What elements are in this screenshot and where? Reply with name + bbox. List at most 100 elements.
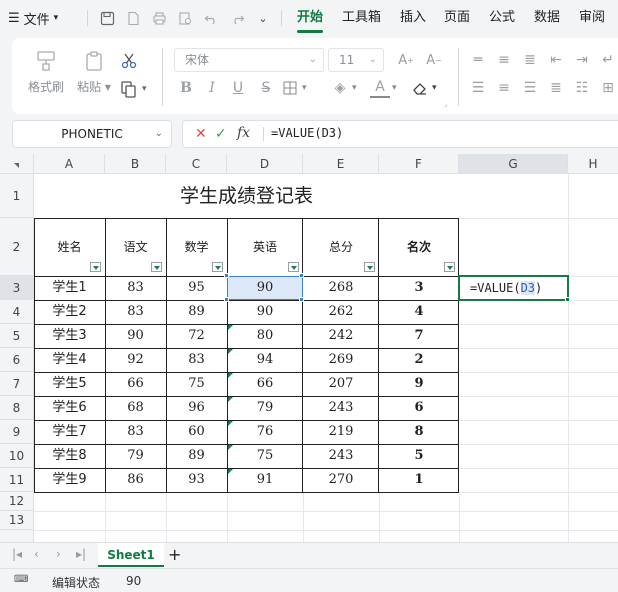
math-score-cell[interactable]: 83 (166, 348, 227, 372)
last-sheet-icon[interactable]: ▸| (76, 547, 86, 561)
name-box[interactable]: PHONETIC ⌄ (12, 120, 172, 148)
math-score-cell[interactable]: 89 (166, 300, 227, 324)
student-name-cell[interactable]: 学生9 (34, 468, 105, 492)
row-header-1[interactable]: 1 (0, 174, 34, 218)
student-name-cell[interactable]: 学生1 (34, 276, 105, 300)
select-all-corner[interactable] (0, 154, 34, 174)
spreadsheet-grid[interactable]: A B C D E F G H 1 2 3 4 5 6 7 8 9 10 11 … (0, 154, 618, 542)
filter-dropdown-icon[interactable] (444, 262, 455, 272)
eraser-icon[interactable] (410, 78, 430, 98)
merge-cells-icon[interactable]: ⊞ (598, 78, 618, 98)
add-sheet-button[interactable]: + (168, 545, 181, 564)
english-score-cell[interactable]: 94 (227, 348, 303, 372)
row-header-2[interactable]: 2 (0, 218, 34, 276)
math-score-cell[interactable]: 96 (166, 396, 227, 420)
total-score-cell[interactable]: 243 (303, 444, 379, 468)
formula-text[interactable]: =VALUE(D3) (271, 126, 343, 140)
italic-icon[interactable]: I (202, 78, 222, 98)
english-score-cell[interactable]: 90 (227, 300, 303, 324)
active-cell-g3[interactable]: =VALUE(D3) (458, 275, 570, 302)
math-score-cell[interactable]: 95 (166, 276, 227, 300)
rank-cell[interactable]: 8 (379, 420, 459, 444)
chevron-down-icon[interactable]: ▾ (352, 83, 357, 93)
chinese-score-cell[interactable]: 68 (105, 396, 166, 420)
strikethrough-icon[interactable]: S̶ (256, 78, 276, 98)
align-center-icon[interactable]: ≡ (494, 78, 514, 98)
chinese-score-cell[interactable]: 86 (105, 468, 166, 492)
student-name-cell[interactable]: 学生3 (34, 324, 105, 348)
fill-color-icon[interactable]: ◈ (330, 78, 350, 98)
student-name-cell[interactable]: 学生7 (34, 420, 105, 444)
increase-font-icon[interactable]: A + (396, 50, 416, 70)
tab-review[interactable]: 审阅 (579, 8, 605, 28)
tab-toolbox[interactable]: 工具箱 (342, 8, 381, 28)
column-header-h[interactable]: H (568, 154, 618, 174)
chinese-score-cell[interactable]: 90 (105, 324, 166, 348)
english-score-cell[interactable]: 80 (227, 324, 303, 348)
border-icon[interactable] (280, 78, 300, 98)
column-header-b[interactable]: B (105, 154, 166, 174)
english-score-cell[interactable]: 76 (227, 420, 303, 444)
column-header-a[interactable]: A (34, 154, 105, 174)
chinese-score-cell[interactable]: 92 (105, 348, 166, 372)
total-score-cell[interactable]: 219 (303, 420, 379, 444)
total-score-cell[interactable]: 268 (303, 276, 379, 300)
fill-handle[interactable] (565, 297, 570, 302)
english-score-cell[interactable]: 79 (227, 396, 303, 420)
format-painter-button[interactable]: 格式刷 (26, 48, 66, 95)
decrease-indent-icon[interactable]: ⇤ (546, 50, 566, 70)
copy-icon[interactable] (119, 79, 139, 99)
rank-cell[interactable]: 2 (379, 348, 459, 372)
student-name-cell[interactable]: 学生5 (34, 372, 105, 396)
english-score-cell[interactable]: 66 (227, 372, 303, 396)
column-header-f[interactable]: F (379, 154, 459, 174)
undo-icon[interactable] (202, 9, 220, 27)
paste-button[interactable]: 粘贴 ▾ (74, 48, 114, 95)
cut-icon[interactable] (119, 51, 139, 71)
macro-record-icon[interactable]: ⌨ (14, 574, 28, 585)
justify-icon[interactable]: ≣ (546, 78, 566, 98)
column-header-e[interactable]: E (303, 154, 379, 174)
filter-dropdown-icon[interactable] (364, 262, 375, 272)
filter-dropdown-icon[interactable] (212, 262, 223, 272)
total-score-cell[interactable]: 269 (303, 348, 379, 372)
column-header-g[interactable]: G (459, 154, 568, 174)
prev-sheet-icon[interactable]: ‹ (34, 547, 39, 561)
file-menu[interactable]: ☰ 文件 ▾ (8, 8, 58, 28)
font-name-select[interactable]: 宋体 ⌄ (174, 48, 324, 72)
total-score-cell[interactable]: 243 (303, 396, 379, 420)
filter-dropdown-icon[interactable] (90, 262, 101, 272)
total-score-cell[interactable]: 270 (303, 468, 379, 492)
align-middle-icon[interactable]: ≡ (494, 50, 514, 70)
save-icon[interactable] (98, 9, 116, 27)
font-size-select[interactable]: 11 ⌄ (328, 48, 384, 72)
formula-input-area[interactable]: ✕ ✓ fx =VALUE(D3) (182, 120, 618, 148)
column-header-c[interactable]: C (166, 154, 227, 174)
confirm-formula-icon[interactable]: ✓ (215, 126, 227, 142)
row-header-3[interactable]: 3 (0, 276, 34, 300)
row-header-10[interactable]: 10 (0, 444, 34, 468)
row-header-4[interactable]: 4 (0, 300, 34, 324)
student-name-cell[interactable]: 学生4 (34, 348, 105, 372)
total-score-cell[interactable]: 207 (303, 372, 379, 396)
align-left-icon[interactable]: ☰ (468, 78, 488, 98)
english-score-cell[interactable]: 90 (227, 276, 303, 300)
chevron-down-icon[interactable]: ▾ (432, 83, 437, 93)
bold-icon[interactable]: B (176, 78, 196, 98)
first-sheet-icon[interactable]: |◂ (12, 547, 22, 561)
row-header-11[interactable]: 11 (0, 468, 34, 492)
distributed-align-icon[interactable]: ☷ (572, 78, 592, 98)
math-score-cell[interactable]: 75 (166, 372, 227, 396)
font-color-icon[interactable]: A (370, 78, 390, 98)
increase-indent-icon[interactable]: ⇥ (572, 50, 592, 70)
rank-cell[interactable]: 5 (379, 444, 459, 468)
filter-dropdown-icon[interactable] (288, 262, 299, 272)
row-header-13[interactable]: 13 (0, 511, 34, 530)
tab-page[interactable]: 页面 (444, 8, 470, 28)
decrease-font-icon[interactable]: A − (424, 50, 444, 70)
row-header-6[interactable]: 6 (0, 348, 34, 372)
font-dialog-launcher-icon[interactable]: ⌟ (444, 100, 447, 108)
chevron-down-icon[interactable]: ▾ (142, 84, 147, 94)
row-header-12[interactable]: 12 (0, 492, 34, 511)
english-score-cell[interactable]: 75 (227, 444, 303, 468)
